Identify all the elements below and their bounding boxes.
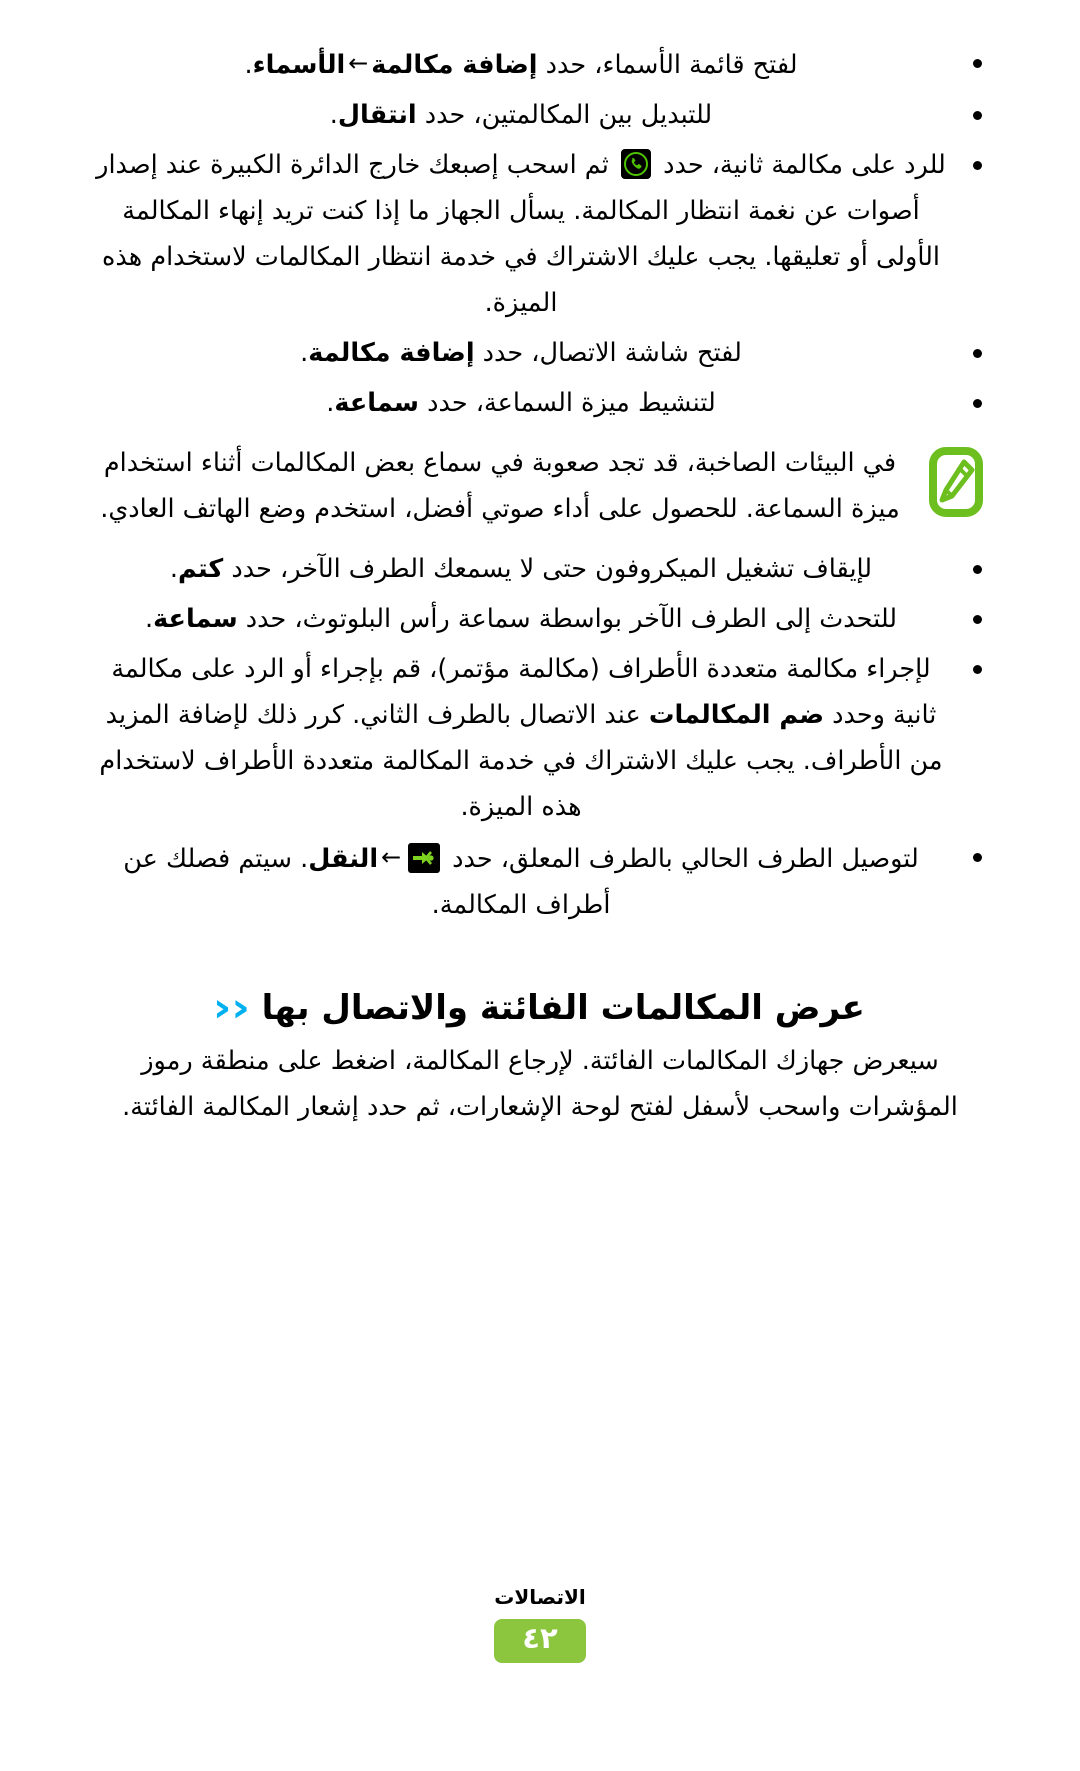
menu-label-merge-calls: ضم المكالمات bbox=[648, 700, 825, 730]
bullet-list-call-options: لفتح قائمة الأسماء، حدد إضافة مكالمة←الأ… bbox=[90, 40, 990, 426]
text-fragment: لتنشيط ميزة السماعة، حدد bbox=[419, 388, 716, 418]
list-item: لتوصيل الطرف الحالي بالطرف المعلق، حدد ←… bbox=[90, 834, 990, 928]
menu-label-headset: سماعة bbox=[153, 604, 238, 634]
menu-label-contacts: الأسماء bbox=[252, 50, 346, 80]
bullet-text-activate-speaker: لتنشيط ميزة السماعة، حدد سماعة. bbox=[326, 388, 716, 418]
menu-label-add-call: إضافة مكالمة bbox=[371, 50, 538, 80]
bullet-text-open-dialing-screen: لفتح شاشة الاتصال، حدد إضافة مكالمة. bbox=[300, 338, 742, 368]
arrow-icon: ← bbox=[381, 843, 402, 871]
note-pencil-icon bbox=[928, 446, 984, 518]
menu-label-speaker: سماعة bbox=[334, 388, 419, 418]
note-text: في البيئات الصاخبة، قد تجد صعوبة في سماع… bbox=[100, 448, 900, 524]
list-item: لفتح قائمة الأسماء، حدد إضافة مكالمة←الأ… bbox=[90, 40, 990, 88]
bullet-text-bluetooth-headset: للتحدث إلى الطرف الآخر بواسطة سماعة رأس … bbox=[145, 604, 897, 634]
text-fragment: . bbox=[329, 100, 338, 130]
menu-label-mute: كتم bbox=[178, 554, 224, 584]
text-fragment: . bbox=[169, 554, 179, 584]
list-item: للرد على مكالمة ثانية، حدد ثم اسحب إصبعك… bbox=[90, 142, 990, 326]
list-item: للتبديل بين المكالمتين، حدد انتقال. bbox=[90, 92, 990, 138]
menu-label-transfer: النقل bbox=[308, 844, 379, 874]
page-footer: الاتصالات ٤٢ bbox=[0, 1585, 1080, 1663]
bullet-text-open-contacts: لفتح قائمة الأسماء، حدد إضافة مكالمة←الأ… bbox=[244, 49, 798, 80]
menu-label-swap: انتقال bbox=[337, 100, 417, 130]
text-fragment: لفتح قائمة الأسماء، حدد bbox=[537, 50, 798, 80]
bullet-text-switch-calls: للتبديل بين المكالمتين، حدد انتقال. bbox=[329, 100, 713, 130]
section-paragraph: سيعرض جهازك المكالمات الفائتة. لإرجاع ال… bbox=[122, 1046, 958, 1122]
bullet-text-transfer-call: لتوصيل الطرف الحالي بالطرف المعلق، حدد ←… bbox=[123, 843, 919, 920]
text-fragment: للتحدث إلى الطرف الآخر بواسطة سماعة رأس … bbox=[237, 604, 898, 634]
section-title-text: عرض المكالمات الفائتة والاتصال بها bbox=[261, 988, 866, 1028]
page-title: عرض المكالمات الفائتة والاتصال بها ›› bbox=[90, 988, 990, 1028]
page-number-badge: ٤٢ bbox=[494, 1619, 586, 1663]
call-transfer-icon bbox=[408, 843, 441, 873]
text-fragment: للتبديل بين المكالمتين، حدد bbox=[416, 100, 713, 130]
text-fragment: . bbox=[244, 50, 253, 80]
bullet-list-call-options-2: لإيقاف تشغيل الميكروفون حتى لا يسمعك الط… bbox=[90, 546, 990, 928]
list-item: لإيقاف تشغيل الميكروفون حتى لا يسمعك الط… bbox=[90, 546, 990, 592]
list-item: لتنشيط ميزة السماعة، حدد سماعة. bbox=[90, 380, 990, 426]
bullet-text-answer-second-call: للرد على مكالمة ثانية، حدد ثم اسحب إصبعك… bbox=[96, 149, 946, 318]
bullet-text-conference-call: لإجراء مكالمة متعددة الأطراف (مكالمة مؤت… bbox=[99, 654, 942, 822]
text-fragment: للرد على مكالمة ثانية، حدد bbox=[654, 150, 946, 180]
text-fragment: لفتح شاشة الاتصال، حدد bbox=[474, 338, 742, 368]
chevron-double-icon: ›› bbox=[212, 985, 251, 1031]
call-answer-icon bbox=[620, 149, 651, 179]
footer-chapter-label: الاتصالات bbox=[494, 1585, 586, 1610]
list-item: لفتح شاشة الاتصال، حدد إضافة مكالمة. bbox=[90, 330, 990, 376]
text-fragment: لإيقاف تشغيل الميكروفون حتى لا يسمعك الط… bbox=[223, 554, 873, 584]
bullet-text-mute-microphone: لإيقاف تشغيل الميكروفون حتى لا يسمعك الط… bbox=[170, 554, 872, 584]
menu-label-add-call-2: إضافة مكالمة bbox=[308, 338, 475, 368]
manual-page: لفتح قائمة الأسماء، حدد إضافة مكالمة←الأ… bbox=[0, 0, 1080, 1771]
list-item: للتحدث إلى الطرف الآخر بواسطة سماعة رأس … bbox=[90, 596, 990, 642]
text-fragment: . bbox=[144, 604, 154, 634]
note-block: في البيئات الصاخبة، قد تجد صعوبة في سماع… bbox=[90, 440, 990, 532]
list-item: لإجراء مكالمة متعددة الأطراف (مكالمة مؤت… bbox=[90, 646, 990, 830]
arrow-icon: ← bbox=[348, 49, 369, 77]
text-fragment: لتوصيل الطرف الحالي بالطرف المعلق، حدد bbox=[444, 844, 919, 874]
